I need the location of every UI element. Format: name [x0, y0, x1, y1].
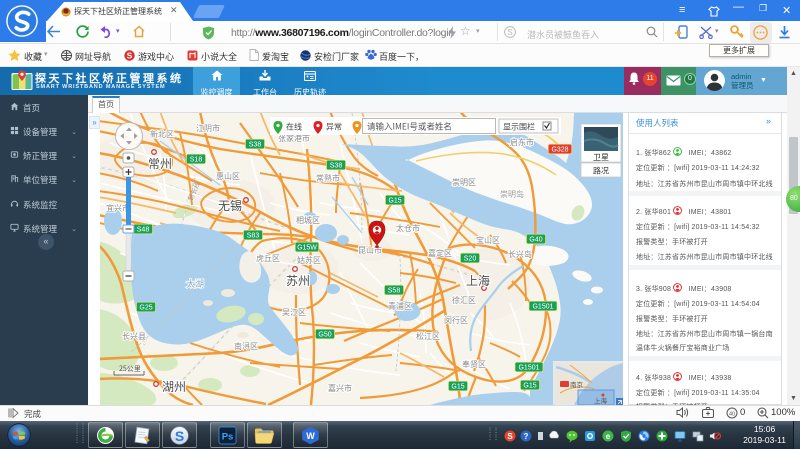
svg-text:南浔区: 南浔区: [234, 341, 258, 352]
svg-text:异常: 异常: [326, 122, 342, 133]
svg-text:松江区: 松江区: [416, 331, 440, 342]
svg-text:长兴岛: 长兴岛: [508, 249, 532, 260]
svg-text:崇明岛: 崇明岛: [500, 189, 524, 200]
svg-text:S38: S38: [249, 142, 262, 149]
svg-text:苏州: 苏州: [286, 272, 310, 289]
svg-text:常州: 常州: [148, 155, 172, 172]
svg-text:无锡: 无锡: [218, 197, 242, 214]
svg-text:太湖: 太湖: [186, 277, 204, 290]
svg-text:徐汇区: 徐汇区: [452, 295, 476, 306]
svg-text:宝山区: 宝山区: [476, 235, 500, 246]
svg-text:奉贤区: 奉贤区: [462, 359, 486, 370]
svg-text:G40: G40: [529, 237, 542, 244]
svg-text:显示围栏: 显示围栏: [503, 122, 535, 133]
svg-text:嘉兴市: 嘉兴市: [328, 383, 352, 394]
svg-text:G15: G15: [523, 383, 536, 390]
svg-text:新北区: 新北区: [150, 129, 174, 140]
svg-text:长兴县: 长兴县: [122, 331, 146, 342]
svg-text:G15: G15: [451, 384, 464, 391]
svg-text:S: S: [127, 51, 133, 61]
svg-text:上海: 上海: [594, 395, 608, 405]
svg-text:惠山区: 惠山区: [216, 171, 240, 182]
svg-text:常熟市: 常熟市: [316, 173, 340, 184]
svg-text:S58: S58: [388, 288, 401, 295]
svg-text:虎丘区: 虎丘区: [256, 253, 280, 264]
svg-text:40: 40: [729, 411, 735, 417]
svg-text:S: S: [507, 432, 513, 441]
svg-text:S: S: [507, 28, 512, 37]
svg-text:在线: 在线: [286, 122, 302, 133]
svg-text:嘉定区: 嘉定区: [428, 248, 452, 259]
svg-text:G15W: G15W: [297, 245, 317, 252]
svg-text:G1501: G1501: [532, 304, 553, 311]
svg-text:江阴市: 江阴市: [196, 123, 220, 134]
svg-text:W: W: [306, 431, 315, 441]
svg-text:25公里: 25公里: [119, 364, 141, 374]
svg-text:太仓市: 太仓市: [396, 223, 420, 234]
svg-text:卫星: 卫星: [593, 152, 609, 163]
svg-text:启东市: 启东市: [510, 137, 534, 148]
svg-text:南京: 南京: [570, 379, 584, 389]
svg-text:G50: G50: [318, 332, 331, 339]
svg-text:e: e: [606, 431, 611, 441]
svg-text:G15: G15: [388, 198, 401, 205]
svg-text:S83: S83: [247, 233, 260, 240]
svg-text:请输入IMEI号或者姓名: 请输入IMEI号或者姓名: [367, 121, 452, 133]
svg-text:S48: S48: [137, 227, 150, 234]
svg-text:青浦区: 青浦区: [388, 301, 412, 312]
svg-text:?: ?: [524, 432, 529, 441]
svg-text:姑苏区: 姑苏区: [297, 255, 321, 266]
svg-text:崇明区: 崇明区: [452, 177, 476, 188]
svg-text:闵行区: 闵行区: [444, 315, 468, 326]
svg-text:吴江区: 吴江区: [282, 307, 306, 318]
svg-text:路况: 路况: [593, 166, 609, 177]
svg-text:G25: G25: [139, 305, 152, 312]
svg-text:相城区: 相城区: [296, 215, 320, 226]
svg-text:S18: S18: [190, 157, 203, 164]
svg-text:S: S: [175, 428, 184, 444]
svg-text:S38: S38: [330, 163, 343, 170]
svg-text:G328: G328: [551, 147, 568, 154]
svg-text:G1501: G1501: [518, 365, 539, 372]
svg-text:Ps: Ps: [222, 432, 234, 443]
svg-text:上海: 上海: [466, 272, 490, 289]
svg-text:S20: S20: [464, 256, 477, 263]
svg-text:湖州: 湖州: [162, 378, 186, 395]
